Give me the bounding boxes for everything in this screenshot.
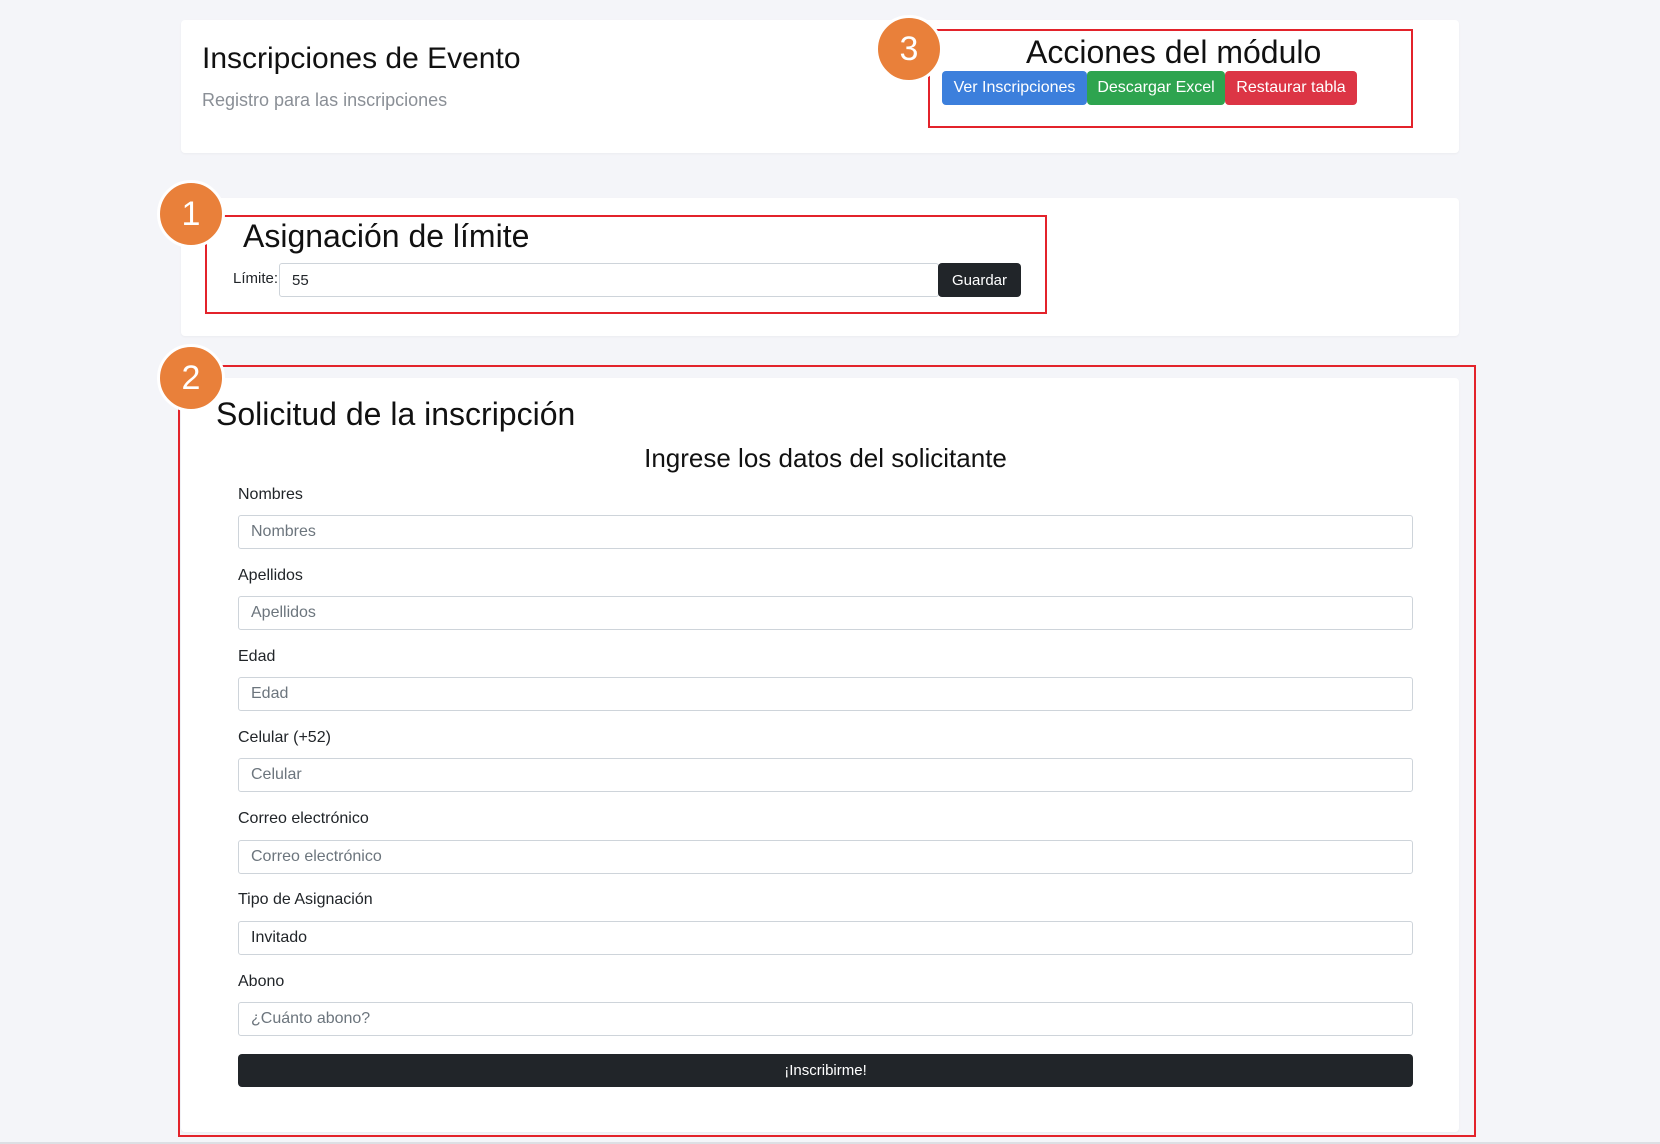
- limit-input[interactable]: [279, 263, 939, 297]
- annotation-badge-2: 2: [157, 344, 225, 412]
- form-title: Solicitud de la inscripción: [216, 396, 576, 432]
- page-subtitle: Registro para las inscripciones: [202, 90, 448, 110]
- form-subtitle: Ingrese los datos del solicitante: [644, 443, 1007, 473]
- abono-label: Abono: [238, 973, 285, 990]
- apellidos-input[interactable]: [238, 596, 1413, 630]
- page-title: Inscripciones de Evento: [202, 42, 521, 75]
- correo-input[interactable]: [238, 840, 1413, 874]
- ver-inscripciones-button[interactable]: Ver Inscripciones: [942, 71, 1087, 105]
- annotation-badge-3: 3: [875, 15, 943, 83]
- limit-title: Asignación de límite: [243, 218, 530, 254]
- nombres-label: Nombres: [238, 486, 303, 503]
- actions-title: Acciones del módulo: [1026, 34, 1322, 70]
- edad-input[interactable]: [238, 677, 1413, 711]
- guardar-button[interactable]: Guardar: [938, 263, 1021, 297]
- apellidos-label: Apellidos: [238, 567, 303, 584]
- descargar-excel-button[interactable]: Descargar Excel: [1087, 71, 1225, 105]
- celular-input[interactable]: [238, 758, 1413, 792]
- tipo-asignacion-select[interactable]: [238, 921, 1413, 955]
- inscribirme-button[interactable]: ¡Inscribirme!: [238, 1054, 1413, 1087]
- nombres-input[interactable]: [238, 515, 1413, 549]
- celular-label: Celular (+52): [238, 729, 331, 746]
- restaurar-tabla-button[interactable]: Restaurar tabla: [1225, 71, 1357, 105]
- tipo-asignacion-label: Tipo de Asignación: [238, 891, 373, 908]
- correo-label: Correo electrónico: [238, 810, 369, 827]
- abono-input[interactable]: [238, 1002, 1413, 1036]
- annotation-badge-1: 1: [157, 180, 225, 248]
- edad-label: Edad: [238, 648, 276, 665]
- limit-label: Límite:: [233, 270, 279, 287]
